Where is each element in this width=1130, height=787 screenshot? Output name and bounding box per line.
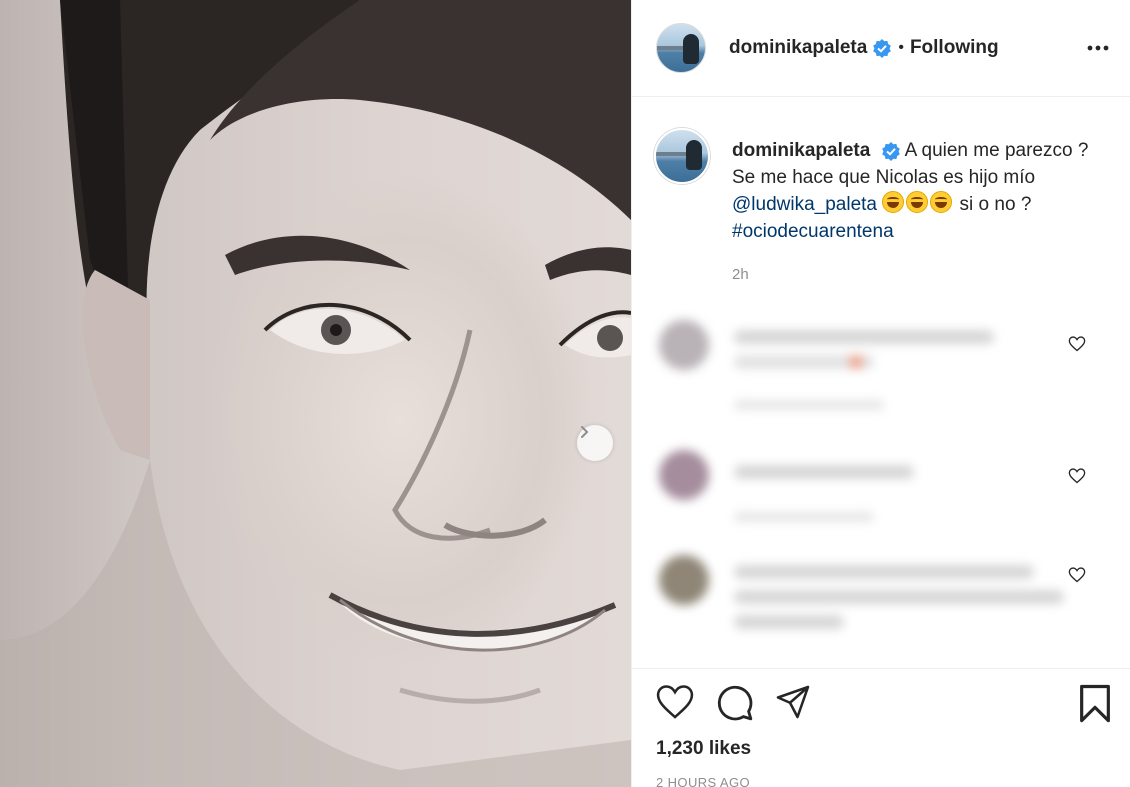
next-photo-button[interactable]	[577, 425, 613, 461]
author-username[interactable]: dominikapaleta	[729, 37, 867, 59]
header-separator: •	[898, 39, 904, 56]
caption-text: dominikapaleta A quien me parezco ? Se m…	[732, 128, 1104, 245]
comment-icon[interactable]	[716, 684, 754, 722]
caption-author-avatar[interactable]	[654, 128, 710, 184]
laughing-emoji-icon	[930, 191, 953, 213]
laughing-emoji-icon	[882, 191, 905, 213]
comment-item	[654, 300, 1114, 410]
comment-like-heart-icon[interactable]	[1068, 567, 1086, 583]
heart-icon[interactable]	[656, 684, 694, 720]
comment-like-heart-icon[interactable]	[1068, 468, 1086, 484]
post-header: dominikapaleta • Following	[632, 0, 1130, 97]
blurred-emoji	[849, 355, 863, 369]
comments-list	[654, 300, 1114, 629]
blurred-comment-meta	[734, 400, 884, 410]
post-timestamp[interactable]: 2 HOURS AGO	[656, 775, 750, 787]
verified-badge-icon	[881, 141, 900, 161]
post-side-panel: dominikapaleta • Following dominikapalet…	[631, 0, 1130, 787]
post-photo[interactable]	[0, 0, 631, 787]
blurred-comment-text	[734, 330, 994, 344]
hashtag-link[interactable]: #ociodecuarentena	[732, 221, 894, 242]
author-avatar[interactable]	[656, 23, 706, 73]
blurred-comment-text	[734, 615, 844, 629]
caption-timestamp[interactable]: 2h	[732, 266, 749, 283]
blurred-comment-text	[734, 590, 1064, 604]
post-caption: dominikapaleta A quien me parezco ? Se m…	[654, 128, 1104, 245]
share-icon[interactable]	[774, 684, 812, 720]
likes-count[interactable]: 1,230 likes	[656, 738, 751, 760]
following-button[interactable]: Following	[910, 37, 999, 59]
verified-badge-icon	[873, 39, 892, 58]
commenter-avatar	[659, 450, 709, 500]
chevron-right-icon	[581, 426, 589, 438]
face-photo-illustration	[0, 0, 631, 787]
commenter-avatar	[659, 320, 709, 370]
post-actions-bar	[654, 684, 1114, 724]
bookmark-icon[interactable]	[1078, 684, 1112, 724]
actions-divider	[632, 668, 1130, 669]
more-options-button[interactable]	[1086, 36, 1110, 60]
blurred-comment-text	[734, 465, 914, 479]
commenter-avatar	[659, 555, 709, 605]
caption-username[interactable]: dominikapaleta	[732, 140, 870, 161]
comment-like-heart-icon[interactable]	[1068, 336, 1086, 352]
laughing-emoji-icon	[906, 191, 929, 213]
more-options-icon	[1087, 45, 1109, 51]
mention-link[interactable]: @ludwika_paleta	[732, 194, 877, 215]
comment-item	[654, 515, 1114, 629]
comment-item	[654, 410, 1114, 522]
caption-body-2: si o no ?	[954, 194, 1032, 215]
blurred-comment-text	[734, 565, 1034, 579]
